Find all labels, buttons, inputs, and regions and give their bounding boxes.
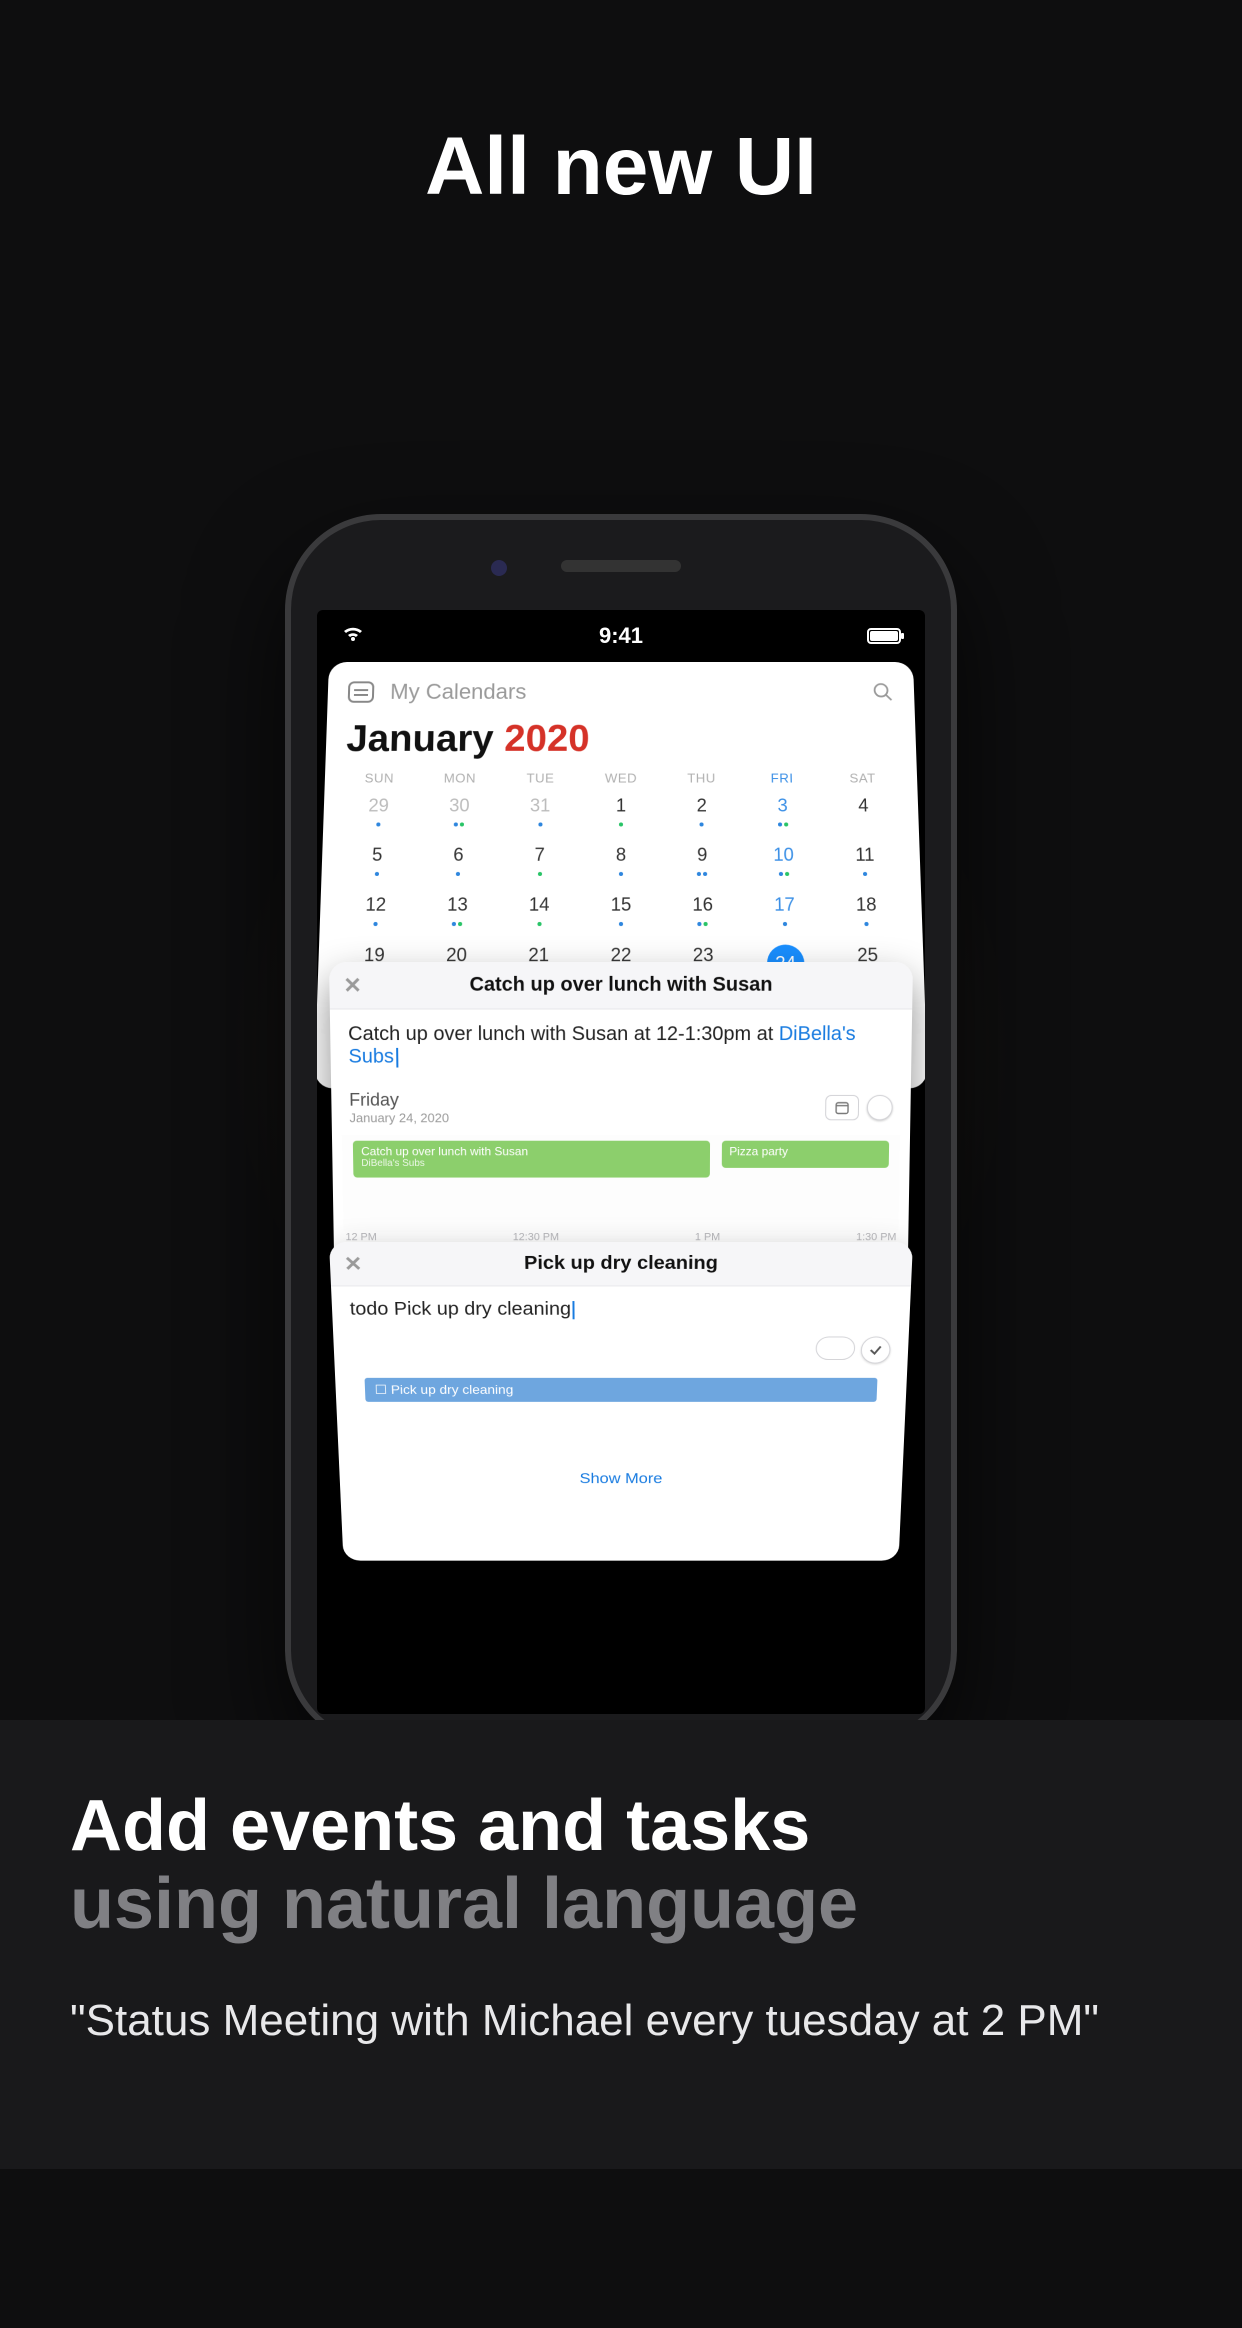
date-cell[interactable]: 4 [823,789,905,830]
date-cell[interactable]: 16 [662,888,744,930]
event-input-text: Catch up over lunch with Susan at 12-1:3… [348,1023,779,1045]
timeline-event[interactable]: Catch up over lunch with Susan DiBella's… [353,1141,710,1178]
weekday-wed: WED [581,771,662,786]
date-cell[interactable]: 1 [580,789,661,830]
dates-row-2: 5 6 7 8 9 10 11 [321,835,921,885]
month-name: January [346,718,494,759]
date-cell[interactable]: 18 [825,888,908,930]
timeline-event-title: Pizza party [729,1145,788,1159]
date-cell[interactable]: 30 [418,789,500,830]
task-input-text: todo Pick up dry cleaning [349,1299,571,1319]
phone-speaker [561,560,681,572]
date-cell[interactable]: 13 [416,888,499,930]
phone-frame: 9:41 My Calendars January 2020 [291,520,951,1740]
preview-day-date: January 24, 2020 [349,1111,813,1126]
status-time: 9:41 [599,623,643,649]
weekday-thu: THU [661,771,742,786]
date-cell[interactable]: 3 [742,789,824,830]
timeline-event[interactable]: Pizza party [721,1141,889,1168]
task-preview-bar[interactable]: ☐ Pick up dry cleaning [365,1378,878,1402]
timeline-event-title: Catch up over lunch with Susan [361,1145,528,1159]
weekday-fri: FRI [742,771,823,786]
date-cell[interactable]: 15 [580,888,662,930]
close-icon[interactable]: ✕ [344,1254,363,1274]
phone-camera-dot [491,560,507,576]
date-cell[interactable]: 17 [743,888,826,930]
calendar-icon [825,1095,859,1120]
phone-screen: 9:41 My Calendars January 2020 [317,610,925,1714]
task-sheet-title: Pick up dry cleaning [524,1253,718,1274]
date-cell[interactable]: 8 [580,839,662,880]
lower-heading-line2: using natural language [70,1866,1172,1944]
lower-marketing: Add events and tasks using natural langu… [0,1720,1242,2169]
date-cell[interactable]: 6 [417,839,499,880]
toggle-knob [867,1095,893,1120]
date-cell[interactable]: 7 [499,839,581,880]
day-timeline[interactable]: Catch up over lunch with Susan DiBella's… [342,1135,900,1232]
date-cell[interactable]: 12 [334,888,417,930]
date-cell[interactable]: 5 [336,839,418,880]
date-cell[interactable]: 2 [661,789,742,830]
status-bar: 9:41 [317,610,925,662]
dates-row-3: 12 13 14 15 16 17 18 [319,884,922,934]
example-phrase: "Status Meeting with Michael every tuesd… [70,1992,1172,2049]
date-cell[interactable]: 11 [824,839,907,880]
calendar-set-label[interactable]: My Calendars [390,679,527,704]
lower-heading-line1: Add events and tasks [70,1786,810,1866]
month-header[interactable]: January 2020 [325,713,917,771]
checkmark-icon[interactable] [860,1337,891,1364]
lower-heading: Add events and tasks using natural langu… [70,1788,1172,1944]
task-type-toggle[interactable] [815,1337,855,1360]
dates-row-1: 29 30 31 1 2 3 4 [323,786,919,835]
weekday-header: SUN MON TUE WED THU FRI SAT [325,771,918,786]
show-more-link[interactable]: Show More [339,1463,903,1498]
text-cursor [573,1301,575,1319]
preview-day-name: Friday [349,1090,813,1111]
page-headline: All new UI [0,120,1242,214]
menu-icon[interactable] [348,681,375,702]
date-cell[interactable]: 29 [337,789,419,830]
text-cursor [396,1048,398,1068]
event-input[interactable]: Catch up over lunch with Susan at 12-1:3… [330,1010,912,1083]
date-cell[interactable]: 14 [498,888,580,930]
weekday-sun: SUN [339,771,420,786]
date-cell[interactable]: 9 [662,839,744,880]
task-preview-text: Pick up dry cleaning [391,1382,514,1396]
battery-icon [867,628,901,644]
task-input[interactable]: todo Pick up dry cleaning [331,1286,911,1333]
weekday-sat: SAT [822,771,903,786]
search-icon[interactable] [872,681,895,702]
event-sheet-title: Catch up over lunch with Susan [469,974,772,997]
weekday-mon: MON [419,771,500,786]
year-label: 2020 [504,718,590,759]
view-toggle[interactable] [825,1095,893,1120]
weekday-tue: TUE [500,771,581,786]
task-checkbox-icon: ☐ [374,1382,387,1396]
date-cell[interactable]: 10 [743,839,825,880]
date-cell[interactable]: 31 [499,789,580,830]
task-sheet: ✕ Pick up dry cleaning todo Pick up dry … [329,1242,913,1561]
close-icon[interactable]: ✕ [343,974,362,996]
wifi-icon [341,623,365,649]
timeline-event-sub: DiBella's Subs [361,1158,702,1169]
